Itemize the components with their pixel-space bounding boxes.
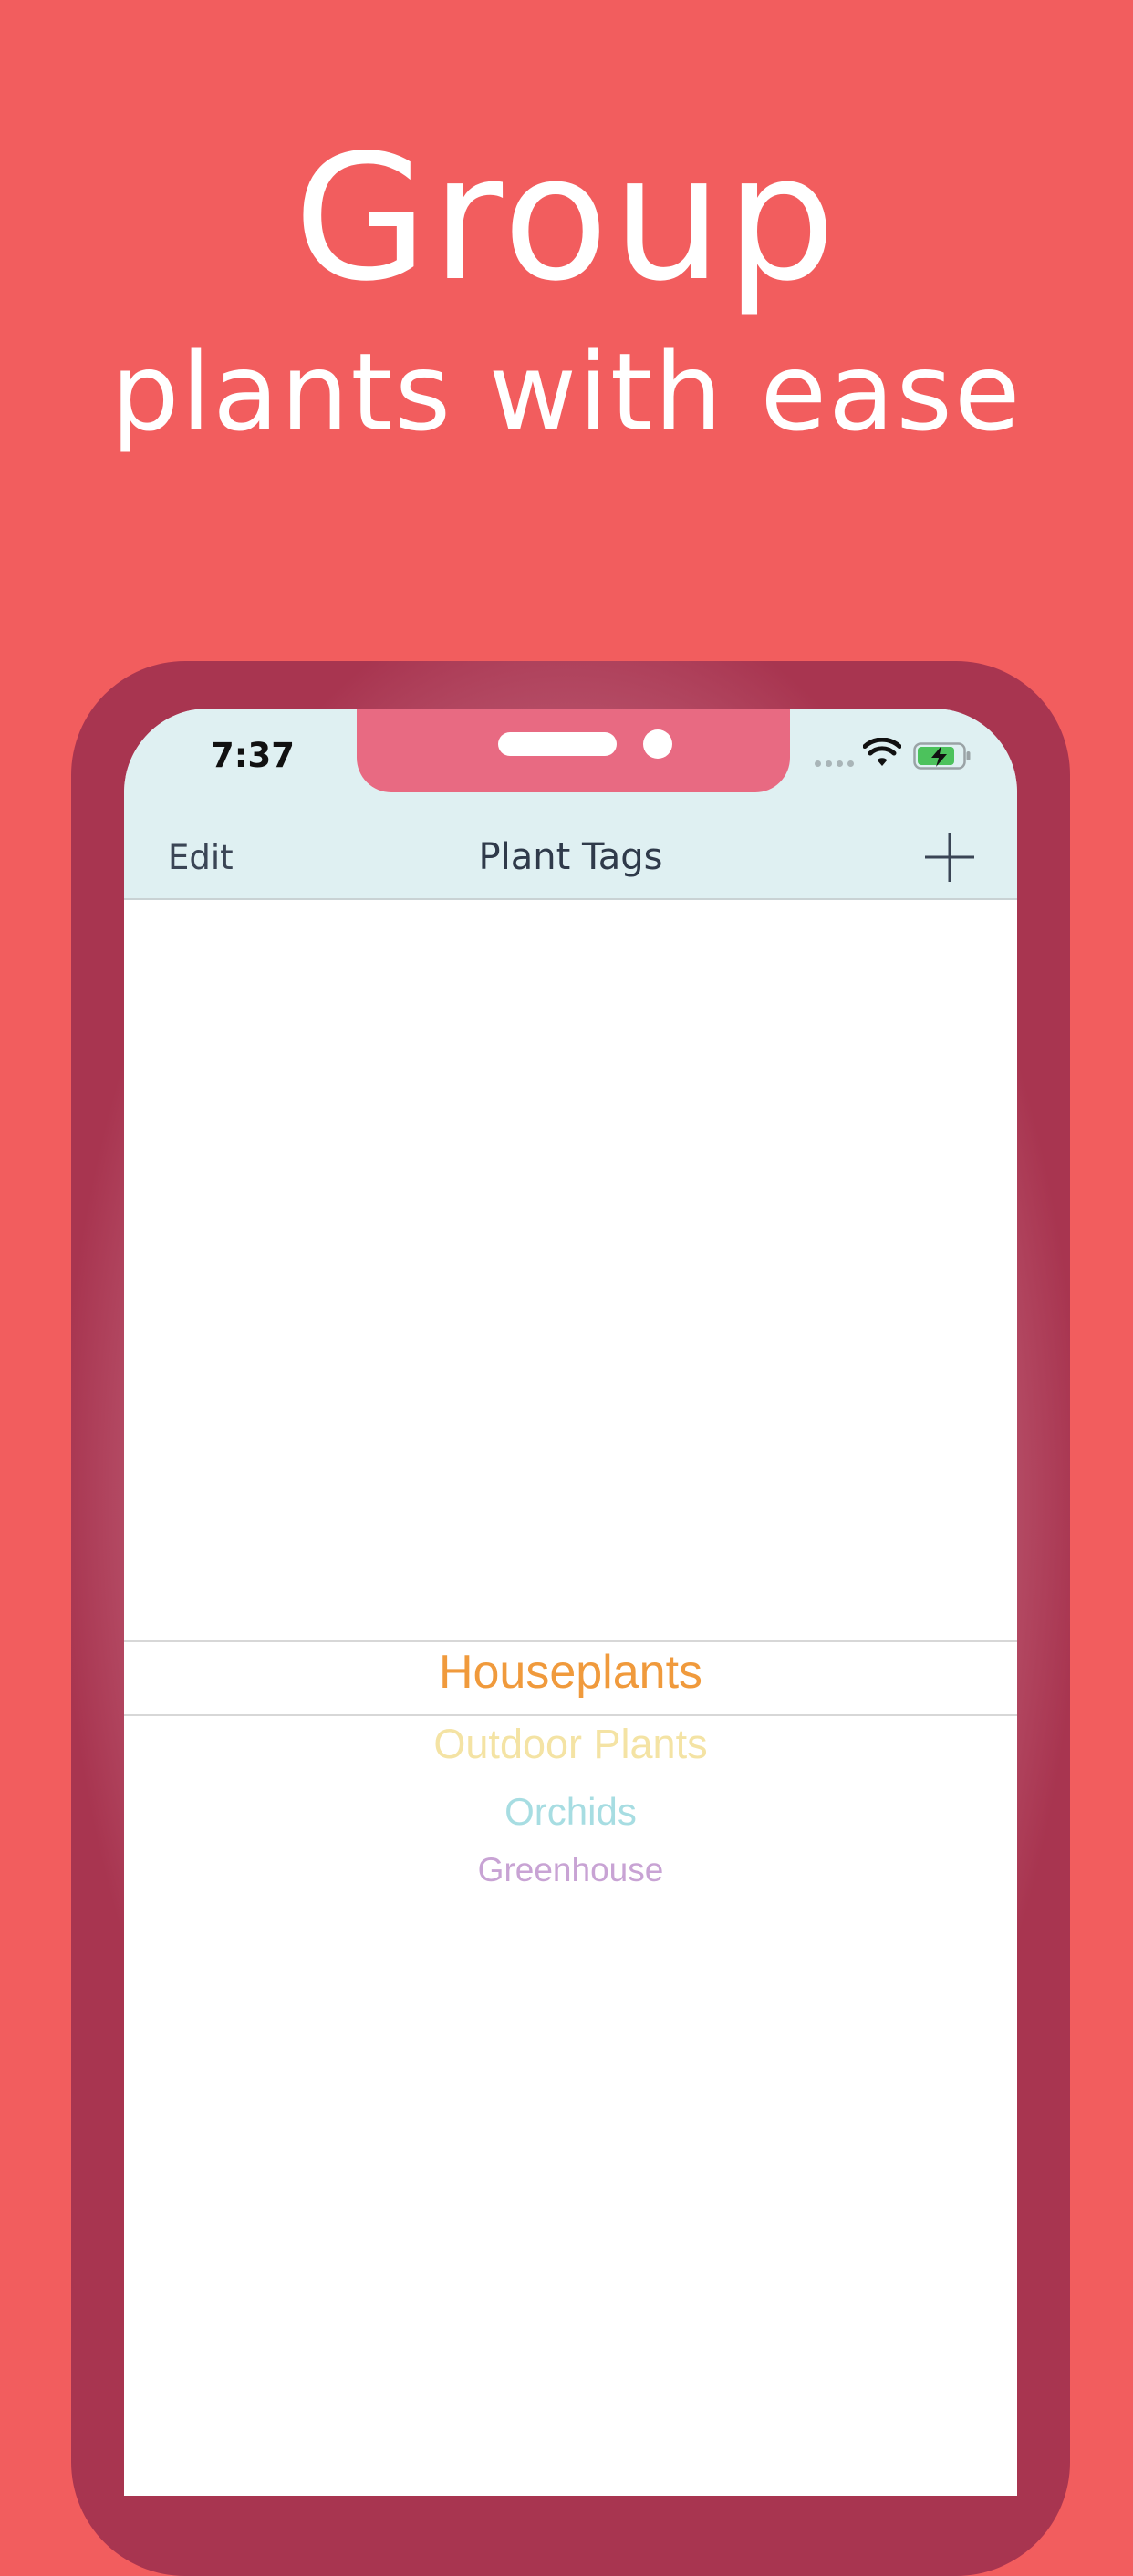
cellular-signal-icon bbox=[815, 760, 854, 767]
navigation-bar: Edit Plant Tags bbox=[124, 818, 1017, 900]
picker-selection-line-bottom bbox=[124, 1714, 1017, 1716]
headline-title: Group bbox=[293, 118, 840, 319]
wifi-icon bbox=[863, 738, 901, 766]
phone-screen: 7:37 Edit Plant Tags Houseplants Outdoor… bbox=[124, 709, 1017, 2496]
headline-subtitle: plants with ease bbox=[110, 329, 1023, 455]
front-camera bbox=[643, 729, 672, 759]
status-time: 7:37 bbox=[211, 736, 296, 775]
speaker-grille bbox=[498, 732, 617, 756]
plus-icon[interactable] bbox=[923, 831, 976, 884]
status-bar: 7:37 bbox=[124, 709, 1017, 818]
page-title: Plant Tags bbox=[478, 836, 663, 878]
notch bbox=[357, 709, 790, 792]
picker-item-greenhouse[interactable]: Greenhouse bbox=[124, 1851, 1017, 1889]
picker-item-outdoor-plants[interactable]: Outdoor Plants bbox=[124, 1721, 1017, 1768]
picker-item-orchids[interactable]: Orchids bbox=[124, 1790, 1017, 1834]
battery-icon bbox=[913, 742, 971, 770]
picker-item-houseplants[interactable]: Houseplants bbox=[124, 1645, 1017, 1700]
picker-selection-line-top bbox=[124, 1640, 1017, 1642]
